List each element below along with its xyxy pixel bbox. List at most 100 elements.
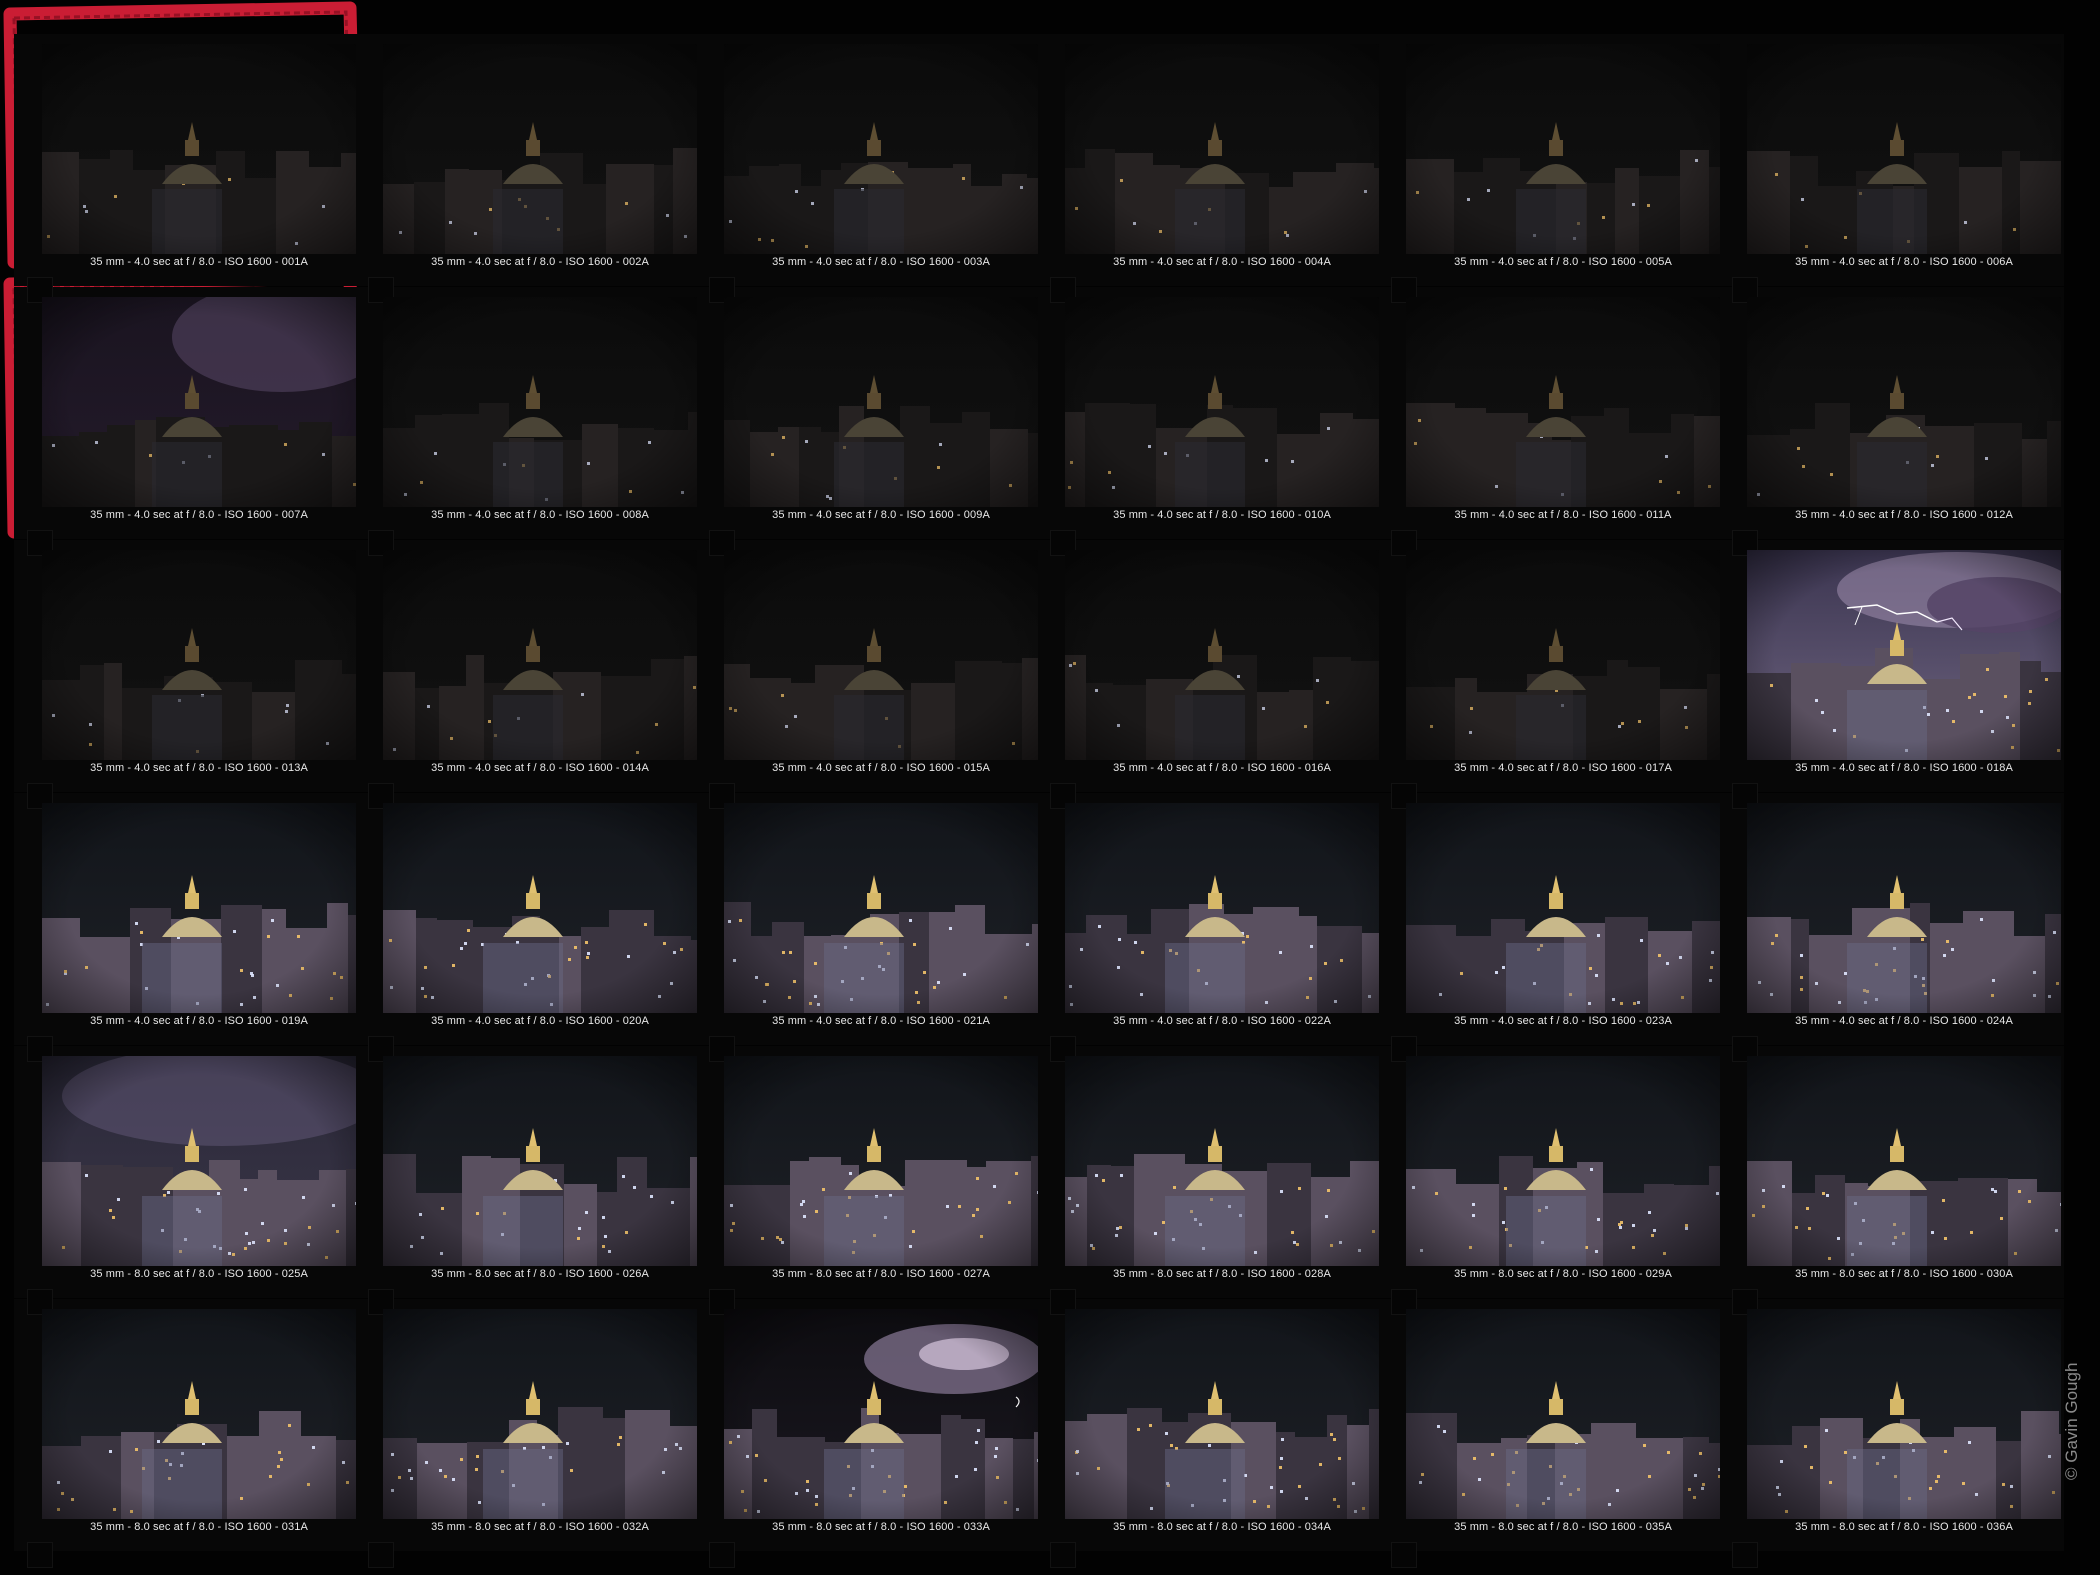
frame-photo[interactable] (1406, 297, 1720, 507)
frame-photo[interactable] (383, 44, 697, 254)
film-frame[interactable]: 35 mm - 4.0 sec at f / 8.0 - ISO 1600 - … (1732, 550, 2061, 809)
frame-caption: 35 mm - 4.0 sec at f / 8.0 - ISO 1600 - … (1113, 509, 1331, 521)
frame-caption: 35 mm - 8.0 sec at f / 8.0 - ISO 1600 - … (772, 1521, 990, 1533)
frame-photo[interactable] (1747, 297, 2061, 507)
film-frame[interactable]: 35 mm - 4.0 sec at f / 8.0 - ISO 1600 - … (1391, 550, 1720, 809)
frame-caption: 35 mm - 4.0 sec at f / 8.0 - ISO 1600 - … (1454, 1015, 1672, 1027)
frame-caption: 35 mm - 4.0 sec at f / 8.0 - ISO 1600 - … (1795, 762, 2013, 774)
frame-caption: 35 mm - 4.0 sec at f / 8.0 - ISO 1600 - … (90, 256, 308, 268)
frame-photo[interactable] (42, 550, 356, 760)
film-frame[interactable]: 35 mm - 4.0 sec at f / 8.0 - ISO 1600 - … (1050, 44, 1379, 303)
sprocket-hole (1732, 1542, 1758, 1568)
frame-photo[interactable] (1747, 550, 2061, 760)
frame-photo[interactable] (1065, 1309, 1379, 1519)
frame-caption: 35 mm - 4.0 sec at f / 8.0 - ISO 1600 - … (431, 762, 649, 774)
film-frame[interactable]: 35 mm - 4.0 sec at f / 8.0 - ISO 1600 - … (1391, 44, 1720, 303)
film-frame[interactable]: 35 mm - 4.0 sec at f / 8.0 - ISO 1600 - … (1050, 297, 1379, 556)
frame-photo[interactable] (42, 44, 356, 254)
film-frame[interactable]: 35 mm - 4.0 sec at f / 8.0 - ISO 1600 - … (709, 550, 1038, 809)
frame-photo[interactable] (383, 1309, 697, 1519)
frame-caption: 35 mm - 8.0 sec at f / 8.0 - ISO 1600 - … (1795, 1521, 2013, 1533)
sprocket-hole (368, 1542, 394, 1568)
film-frame[interactable]: 35 mm - 4.0 sec at f / 8.0 - ISO 1600 - … (27, 44, 356, 303)
frame-caption: 35 mm - 8.0 sec at f / 8.0 - ISO 1600 - … (431, 1521, 649, 1533)
frame-caption: 35 mm - 4.0 sec at f / 8.0 - ISO 1600 - … (1113, 1015, 1331, 1027)
frame-caption: 35 mm - 8.0 sec at f / 8.0 - ISO 1600 - … (1454, 1268, 1672, 1280)
frame-photo[interactable] (42, 1056, 356, 1266)
film-frame[interactable]: 35 mm - 4.0 sec at f / 8.0 - ISO 1600 - … (709, 297, 1038, 556)
frame-photo[interactable] (1747, 1056, 2061, 1266)
film-frame[interactable]: 35 mm - 8.0 sec at f / 8.0 - ISO 1600 - … (27, 1309, 356, 1568)
frame-photo[interactable] (1065, 803, 1379, 1013)
film-frame[interactable]: 35 mm - 4.0 sec at f / 8.0 - ISO 1600 - … (27, 803, 356, 1062)
film-frame[interactable]: 35 mm - 4.0 sec at f / 8.0 - ISO 1600 - … (1391, 803, 1720, 1062)
frame-photo[interactable] (383, 550, 697, 760)
sprocket-hole (709, 1542, 735, 1568)
film-frame[interactable]: 35 mm - 8.0 sec at f / 8.0 - ISO 1600 - … (368, 1056, 697, 1315)
frame-photo[interactable] (724, 550, 1038, 760)
frame-caption: 35 mm - 4.0 sec at f / 8.0 - ISO 1600 - … (90, 1015, 308, 1027)
frame-photo[interactable] (724, 803, 1038, 1013)
frame-caption: 35 mm - 8.0 sec at f / 8.0 - ISO 1600 - … (90, 1521, 308, 1533)
film-frame[interactable]: 35 mm - 4.0 sec at f / 8.0 - ISO 1600 - … (368, 803, 697, 1062)
frame-caption: 35 mm - 4.0 sec at f / 8.0 - ISO 1600 - … (772, 509, 990, 521)
frame-photo[interactable] (724, 44, 1038, 254)
frame-photo[interactable] (1406, 803, 1720, 1013)
frame-caption: 35 mm - 4.0 sec at f / 8.0 - ISO 1600 - … (1795, 256, 2013, 268)
frame-caption: 35 mm - 4.0 sec at f / 8.0 - ISO 1600 - … (772, 762, 990, 774)
film-frame[interactable]: 35 mm - 4.0 sec at f / 8.0 - ISO 1600 - … (1732, 803, 2061, 1062)
film-frame[interactable]: 35 mm - 8.0 sec at f / 8.0 - ISO 1600 - … (1391, 1309, 1720, 1568)
frame-photo[interactable] (1406, 550, 1720, 760)
frame-photo[interactable] (1747, 803, 2061, 1013)
film-frame[interactable]: 35 mm - 4.0 sec at f / 8.0 - ISO 1600 - … (27, 297, 356, 556)
frame-photo[interactable] (1065, 1056, 1379, 1266)
film-frame[interactable]: 35 mm - 8.0 sec at f / 8.0 - ISO 1600 - … (1391, 1056, 1720, 1315)
film-frame[interactable]: 35 mm - 8.0 sec at f / 8.0 - ISO 1600 - … (709, 1309, 1038, 1568)
frame-photo[interactable] (383, 1056, 697, 1266)
film-frame[interactable]: 35 mm - 8.0 sec at f / 8.0 - ISO 1600 - … (1050, 1309, 1379, 1568)
frame-photo[interactable] (1065, 44, 1379, 254)
film-frame[interactable]: 35 mm - 4.0 sec at f / 8.0 - ISO 1600 - … (709, 803, 1038, 1062)
film-frame[interactable]: 35 mm - 4.0 sec at f / 8.0 - ISO 1600 - … (1050, 803, 1379, 1062)
frame-photo[interactable] (724, 1309, 1038, 1519)
film-frame[interactable]: 35 mm - 8.0 sec at f / 8.0 - ISO 1600 - … (27, 1056, 356, 1315)
frame-caption: 35 mm - 8.0 sec at f / 8.0 - ISO 1600 - … (1113, 1521, 1331, 1533)
film-frame[interactable]: 35 mm - 8.0 sec at f / 8.0 - ISO 1600 - … (1050, 1056, 1379, 1315)
frame-photo[interactable] (724, 1056, 1038, 1266)
film-frame[interactable]: 35 mm - 4.0 sec at f / 8.0 - ISO 1600 - … (368, 297, 697, 556)
frame-photo[interactable] (42, 803, 356, 1013)
film-frame[interactable]: 35 mm - 8.0 sec at f / 8.0 - ISO 1600 - … (1732, 1056, 2061, 1315)
frame-photo[interactable] (1406, 1309, 1720, 1519)
frame-photo[interactable] (724, 297, 1038, 507)
frame-photo[interactable] (1065, 550, 1379, 760)
film-frame[interactable]: 35 mm - 4.0 sec at f / 8.0 - ISO 1600 - … (1732, 297, 2061, 556)
frame-photo[interactable] (1747, 1309, 2061, 1519)
sprocket-hole (1391, 1542, 1417, 1568)
film-frame[interactable]: 35 mm - 4.0 sec at f / 8.0 - ISO 1600 - … (368, 550, 697, 809)
film-frame[interactable]: 35 mm - 4.0 sec at f / 8.0 - ISO 1600 - … (27, 550, 356, 809)
film-frame[interactable]: 35 mm - 4.0 sec at f / 8.0 - ISO 1600 - … (709, 44, 1038, 303)
frame-photo[interactable] (1065, 297, 1379, 507)
frame-photo[interactable] (1747, 44, 2061, 254)
frame-caption: 35 mm - 4.0 sec at f / 8.0 - ISO 1600 - … (772, 256, 990, 268)
sprocket-hole (1050, 1542, 1076, 1568)
film-frame[interactable]: 35 mm - 8.0 sec at f / 8.0 - ISO 1600 - … (368, 1309, 697, 1568)
frame-photo[interactable] (42, 297, 356, 507)
frame-caption: 35 mm - 8.0 sec at f / 8.0 - ISO 1600 - … (1795, 1268, 2013, 1280)
film-frame[interactable]: 35 mm - 4.0 sec at f / 8.0 - ISO 1600 - … (1050, 550, 1379, 809)
film-frame[interactable]: 35 mm - 8.0 sec at f / 8.0 - ISO 1600 - … (709, 1056, 1038, 1315)
film-frame[interactable]: 35 mm - 4.0 sec at f / 8.0 - ISO 1600 - … (368, 44, 697, 303)
frame-photo[interactable] (383, 297, 697, 507)
frame-caption: 35 mm - 4.0 sec at f / 8.0 - ISO 1600 - … (1454, 509, 1672, 521)
frame-photo[interactable] (1406, 44, 1720, 254)
frame-photo[interactable] (1406, 1056, 1720, 1266)
frame-caption: 35 mm - 4.0 sec at f / 8.0 - ISO 1600 - … (431, 1015, 649, 1027)
frame-caption: 35 mm - 8.0 sec at f / 8.0 - ISO 1600 - … (772, 1268, 990, 1280)
frame-photo[interactable] (42, 1309, 356, 1519)
frame-caption: 35 mm - 4.0 sec at f / 8.0 - ISO 1600 - … (1113, 256, 1331, 268)
film-frame[interactable]: 35 mm - 4.0 sec at f / 8.0 - ISO 1600 - … (1391, 297, 1720, 556)
frame-photo[interactable] (383, 803, 697, 1013)
film-frame[interactable]: 35 mm - 4.0 sec at f / 8.0 - ISO 1600 - … (1732, 44, 2061, 303)
film-frame[interactable]: 35 mm - 8.0 sec at f / 8.0 - ISO 1600 - … (1732, 1309, 2061, 1568)
frame-caption: 35 mm - 4.0 sec at f / 8.0 - ISO 1600 - … (90, 509, 308, 521)
